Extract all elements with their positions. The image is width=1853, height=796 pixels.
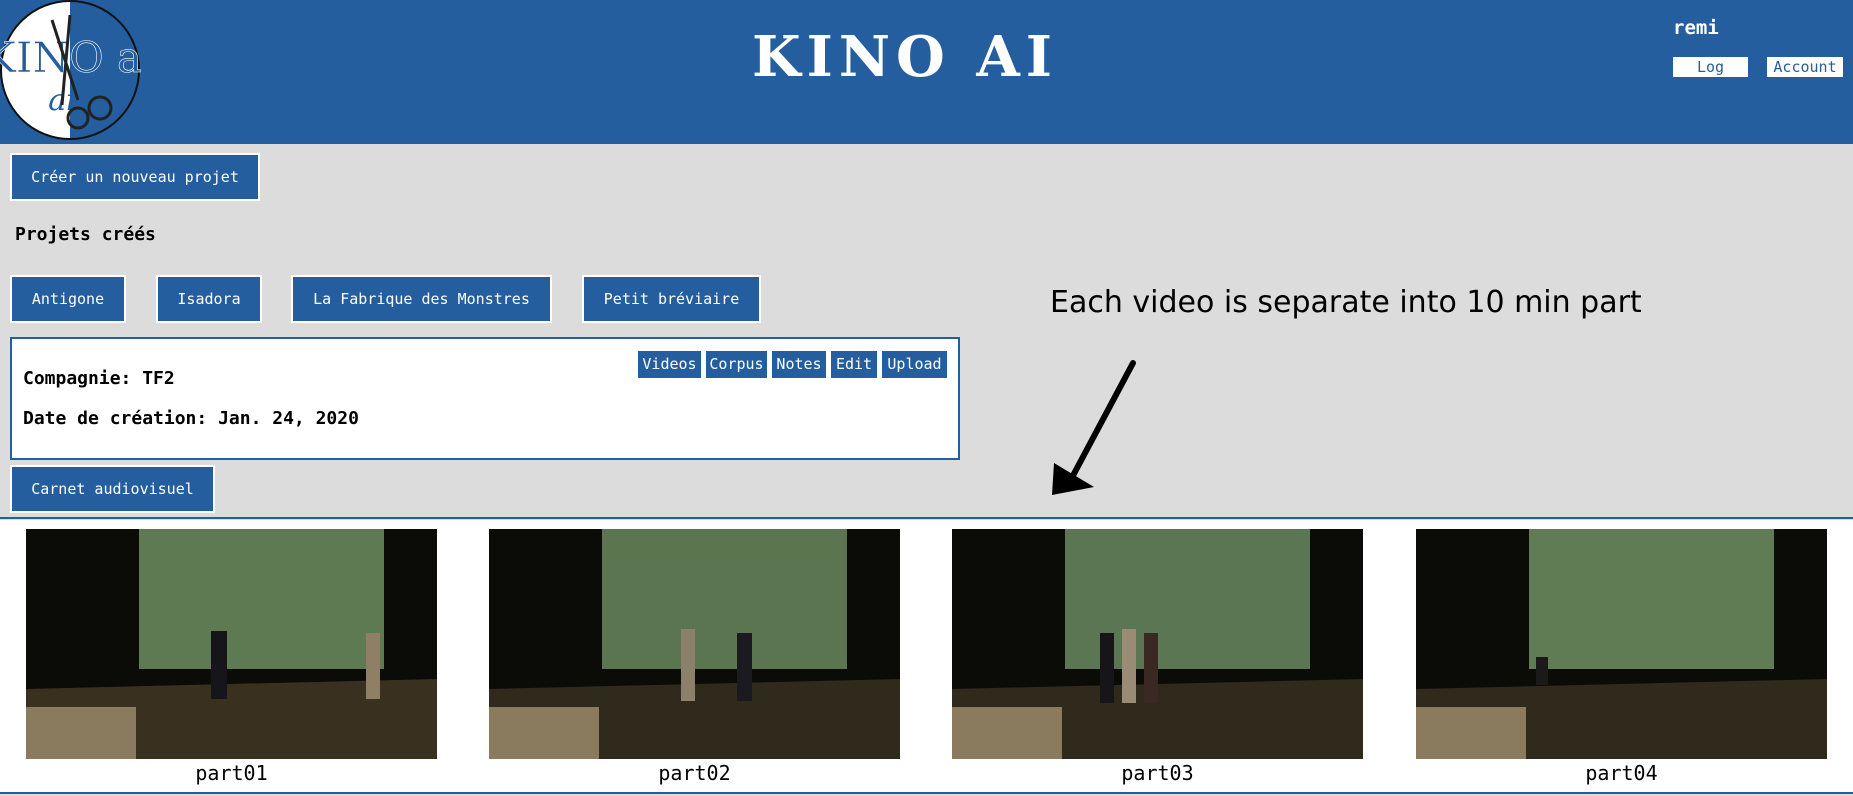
video-label: part02 (658, 761, 731, 785)
company-line: Compagnie: TF2 (23, 368, 175, 389)
project-button-antigone[interactable]: Antigone (10, 275, 126, 323)
arrow-down-left-icon (1052, 360, 1136, 495)
creation-date-line: Date de création: Jan. 24, 2020 (23, 408, 359, 429)
notes-button[interactable]: Notes (772, 351, 826, 378)
site-header: KINO ai ai KINO AI remi Log Out Account (0, 0, 1853, 144)
project-button-isadora[interactable]: Isadora (156, 275, 262, 323)
video-label: part01 (195, 761, 268, 785)
video-item-part01[interactable]: part01 (26, 529, 437, 785)
video-thumbnail[interactable] (489, 529, 900, 759)
account-button[interactable]: Account (1767, 57, 1843, 77)
annotation-text: Each video is separate into 10 min part (1050, 285, 1642, 320)
edit-button[interactable]: Edit (831, 351, 877, 378)
project-info-card: Compagnie: TF2 Date de création: Jan. 24… (10, 337, 960, 460)
project-button-la-fabrique-des-monstres[interactable]: La Fabrique des Monstres (291, 275, 552, 323)
projects-heading: Projets créés (15, 224, 156, 245)
video-thumbnail[interactable] (26, 529, 437, 759)
corpus-button[interactable]: Corpus (706, 351, 767, 378)
project-button-petit-breviaire[interactable]: Petit bréviaire (582, 275, 761, 323)
audiovisual-notebook-button[interactable]: Carnet audiovisuel (10, 465, 215, 513)
video-item-part04[interactable]: part04 (1416, 529, 1827, 785)
videos-button[interactable]: Videos (638, 351, 701, 378)
divider-bottom (0, 792, 1853, 794)
site-title: KINO AI (752, 24, 1058, 90)
logout-button[interactable]: Log Out (1673, 57, 1748, 96)
video-strip: part01 part02 part03 part04 (0, 520, 1853, 792)
video-thumbnail[interactable] (952, 529, 1363, 759)
video-item-part03[interactable]: part03 (952, 529, 1363, 785)
upload-button[interactable]: Upload (882, 351, 947, 378)
new-project-button[interactable]: Créer un nouveau projet (10, 153, 260, 201)
video-label: part04 (1585, 761, 1658, 785)
video-item-part02[interactable]: part02 (489, 529, 900, 785)
username: remi (1673, 17, 1719, 39)
divider-top (0, 517, 1853, 519)
video-thumbnail[interactable] (1416, 529, 1827, 759)
video-label: part03 (1121, 761, 1194, 785)
